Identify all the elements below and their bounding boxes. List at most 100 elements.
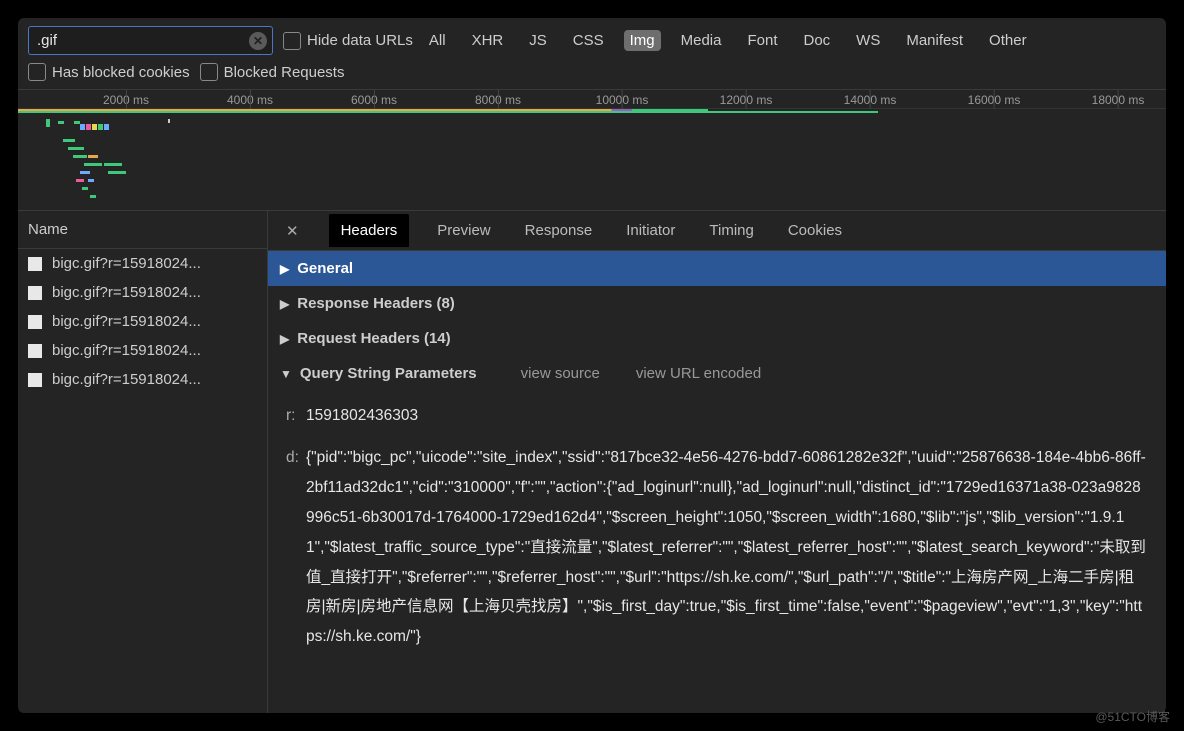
filter-type-all[interactable]: All — [423, 30, 452, 51]
filter-type-xhr[interactable]: XHR — [466, 30, 510, 51]
tab-cookies[interactable]: Cookies — [782, 214, 848, 247]
ruler-tick: 14000 ms — [844, 93, 897, 107]
has-blocked-cookies-checkbox[interactable]: Has blocked cookies — [28, 63, 190, 81]
triangle-right-icon: ▶ — [280, 332, 289, 346]
section-request-headers-label: Request Headers (14) — [297, 330, 450, 347]
filter-type-img[interactable]: Img — [624, 30, 661, 51]
ruler-tick: 8000 ms — [475, 93, 521, 107]
waterfall-mark — [98, 124, 103, 130]
waterfall-mark — [68, 147, 84, 150]
request-name: bigc.gif?r=15918024... — [52, 313, 201, 330]
waterfall-mark — [92, 124, 97, 130]
filter-box: ✕ — [28, 26, 273, 55]
waterfall-mark — [82, 187, 88, 190]
triangle-right-icon: ▶ — [280, 297, 289, 311]
request-type-icon — [28, 257, 42, 271]
request-type-icon — [28, 373, 42, 387]
request-name: bigc.gif?r=15918024... — [52, 342, 201, 359]
request-row[interactable]: bigc.gif?r=15918024... — [18, 307, 267, 336]
detail-tabs: ✕ Headers Preview Response Initiator Tim… — [268, 211, 1166, 251]
request-type-icon — [28, 286, 42, 300]
tab-initiator[interactable]: Initiator — [620, 214, 681, 247]
qsp-links: view source view URL encoded — [521, 365, 762, 382]
section-response-headers[interactable]: ▶ Response Headers (8) — [268, 286, 1166, 321]
clear-filter-icon[interactable]: ✕ — [249, 32, 267, 50]
request-name: bigc.gif?r=15918024... — [52, 371, 201, 388]
watermark: @51CTO博客 — [1095, 708, 1170, 725]
section-query-string-label: Query String Parameters — [300, 365, 477, 382]
waterfall-mark — [168, 119, 170, 123]
section-response-headers-label: Response Headers (8) — [297, 295, 455, 312]
request-list-pane: Name bigc.gif?r=15918024... bigc.gif?r=1… — [18, 211, 268, 713]
ruler-tick: 16000 ms — [968, 93, 1021, 107]
hide-data-urls-box[interactable] — [283, 32, 301, 50]
section-request-headers[interactable]: ▶ Request Headers (14) — [268, 321, 1166, 356]
waterfall-mark — [84, 163, 102, 166]
main-split: Name bigc.gif?r=15918024... bigc.gif?r=1… — [18, 211, 1166, 713]
section-general[interactable]: ▶ General — [268, 251, 1166, 286]
filter-type-ws[interactable]: WS — [850, 30, 886, 51]
view-url-encoded-link[interactable]: view URL encoded — [636, 365, 761, 382]
has-blocked-cookies-box[interactable] — [28, 63, 46, 81]
has-blocked-cookies-label: Has blocked cookies — [52, 64, 190, 81]
hide-data-urls-label: Hide data URLs — [307, 32, 413, 49]
filter-type-font[interactable]: Font — [741, 30, 783, 51]
request-type-icon — [28, 315, 42, 329]
waterfall-overview[interactable] — [18, 109, 1166, 211]
ruler-tick: 6000 ms — [351, 93, 397, 107]
request-row[interactable]: bigc.gif?r=15918024... — [18, 278, 267, 307]
name-column-header[interactable]: Name — [18, 211, 267, 249]
hide-data-urls-checkbox[interactable]: Hide data URLs — [283, 32, 413, 50]
waterfall-mark — [80, 124, 85, 130]
request-name: bigc.gif?r=15918024... — [52, 255, 201, 272]
section-query-string[interactable]: ▼ Query String Parameters view source vi… — [268, 356, 1166, 391]
filter-type-doc[interactable]: Doc — [797, 30, 836, 51]
triangle-right-icon: ▶ — [280, 262, 289, 276]
param-key: d: — [286, 443, 306, 652]
query-params: r: 1591802436303 d: {"pid":"bigc_pc","ui… — [268, 391, 1166, 672]
ruler-tick: 12000 ms — [720, 93, 773, 107]
waterfall-mark — [58, 121, 64, 124]
tab-timing[interactable]: Timing — [703, 214, 759, 247]
tab-response[interactable]: Response — [519, 214, 599, 247]
filter-type-media[interactable]: Media — [675, 30, 728, 51]
waterfall-mark — [46, 119, 50, 127]
timeline-ruler[interactable]: 2000 ms 4000 ms 6000 ms 8000 ms 10000 ms… — [18, 89, 1166, 109]
close-detail-icon[interactable]: ✕ — [278, 220, 307, 242]
blocked-requests-checkbox[interactable]: Blocked Requests — [200, 63, 345, 81]
filter-type-manifest[interactable]: Manifest — [900, 30, 969, 51]
waterfall-mark — [88, 179, 94, 182]
ruler-tick: 4000 ms — [227, 93, 273, 107]
param-row: d: {"pid":"bigc_pc","uicode":"site_index… — [286, 437, 1148, 658]
waterfall-mark — [63, 139, 75, 142]
waterfall-mark — [88, 155, 98, 158]
view-source-link[interactable]: view source — [521, 365, 600, 382]
waterfall-mark — [108, 171, 126, 174]
filter-type-other[interactable]: Other — [983, 30, 1033, 51]
filter-type-js[interactable]: JS — [523, 30, 553, 51]
request-row[interactable]: bigc.gif?r=15918024... — [18, 365, 267, 394]
triangle-down-icon: ▼ — [280, 367, 292, 381]
ruler-tick: 2000 ms — [103, 93, 149, 107]
waterfall-mark — [76, 179, 84, 182]
waterfall-mark — [86, 124, 91, 130]
waterfall-mark — [104, 163, 122, 166]
tab-headers[interactable]: Headers — [329, 214, 410, 247]
filter-type-bar: All XHR JS CSS Img Media Font Doc WS Man… — [423, 30, 1033, 51]
param-value: 1591802436303 — [306, 401, 418, 431]
request-row[interactable]: bigc.gif?r=15918024... — [18, 336, 267, 365]
devtools-window: ✕ Hide data URLs All XHR JS CSS Img Medi… — [18, 18, 1166, 713]
request-list[interactable]: bigc.gif?r=15918024... bigc.gif?r=159180… — [18, 249, 267, 394]
param-value: {"pid":"bigc_pc","uicode":"site_index","… — [306, 443, 1148, 652]
headers-sections: ▶ General ▶ Response Headers (8) ▶ Reque… — [268, 251, 1166, 713]
param-key: r: — [286, 401, 306, 431]
waterfall-mark — [73, 155, 87, 158]
waterfall-mark — [90, 195, 96, 198]
blocked-requests-box[interactable] — [200, 63, 218, 81]
filter-input[interactable] — [28, 26, 273, 55]
filter-toolbar: ✕ Hide data URLs All XHR JS CSS Img Medi… — [18, 18, 1166, 63]
tab-preview[interactable]: Preview — [431, 214, 496, 247]
filter-type-css[interactable]: CSS — [567, 30, 610, 51]
request-row[interactable]: bigc.gif?r=15918024... — [18, 249, 267, 278]
request-type-icon — [28, 344, 42, 358]
